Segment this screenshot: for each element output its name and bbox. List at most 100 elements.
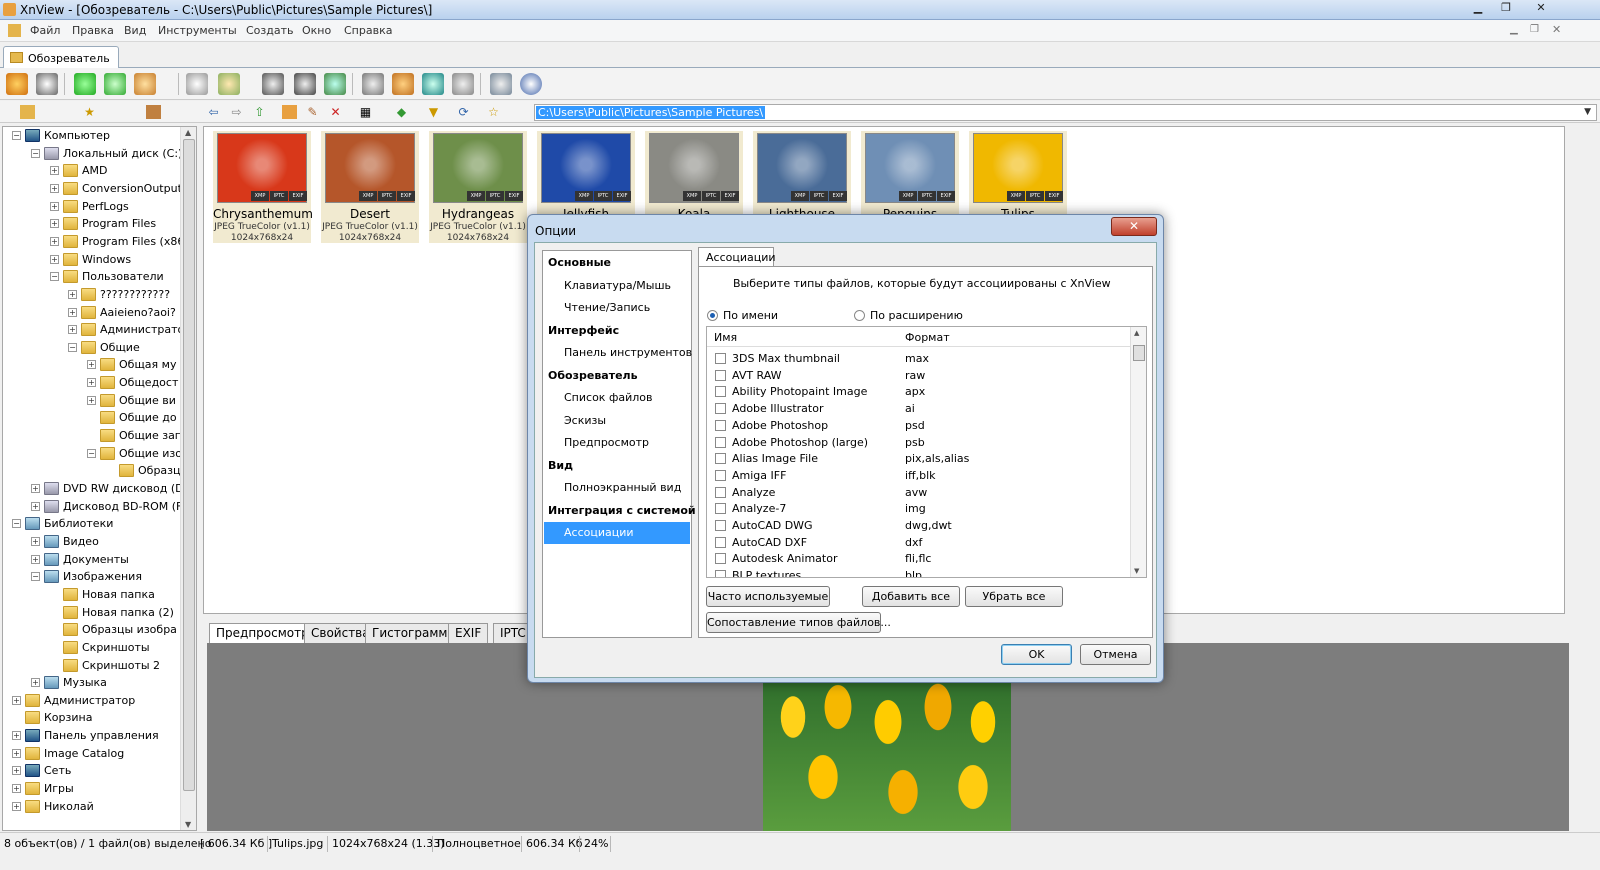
tree-scrollbar[interactable]: ▲ ▼ (180, 127, 196, 830)
scroll-up-icon[interactable]: ▲ (1134, 329, 1139, 337)
format-checkbox[interactable] (715, 403, 726, 415)
frequent-button[interactable]: Часто используемые (706, 586, 830, 607)
tree-item[interactable]: + Общая му (87, 356, 176, 374)
tree-item[interactable]: + Администрато (68, 321, 184, 339)
options-category-item[interactable]: Обозреватель (548, 369, 638, 382)
expand-toggle-icon[interactable]: + (12, 731, 21, 741)
info-icon[interactable] (520, 73, 542, 95)
format-checkbox[interactable] (715, 436, 726, 448)
bookmark-star-icon[interactable]: ☆ (486, 105, 501, 119)
expand-toggle-icon[interactable]: + (31, 678, 40, 688)
options-category-item[interactable]: Список файлов (564, 391, 652, 404)
format-checkbox[interactable] (715, 386, 726, 398)
expand-toggle-icon[interactable]: + (31, 501, 40, 511)
format-checkbox[interactable] (715, 570, 726, 577)
browser-icon[interactable] (6, 73, 28, 95)
tree-item[interactable]: Скриншоты 2 (63, 657, 160, 675)
web-icon[interactable] (422, 73, 444, 95)
slideshow-icon[interactable] (324, 73, 346, 95)
options-category-item[interactable]: Панель инструментов (564, 346, 692, 359)
options-category-item[interactable]: Клавиатура/Мышь (564, 279, 671, 292)
expand-toggle-icon[interactable]: + (68, 325, 77, 335)
add-all-button[interactable]: Добавить все (862, 586, 960, 607)
column-format[interactable]: Формат (905, 331, 950, 344)
tree-item[interactable]: + Администратор (12, 692, 135, 710)
expand-toggle-icon[interactable]: + (12, 695, 21, 705)
format-checkbox[interactable] (715, 503, 726, 515)
format-row[interactable]: Autodesk Animator fli,flc (707, 550, 1131, 567)
expand-toggle-icon[interactable]: + (68, 289, 77, 299)
rename-icon[interactable]: ✎ (305, 105, 320, 119)
sync-icon[interactable]: ⟳ (456, 105, 471, 119)
filter-icon[interactable]: ▼ (426, 105, 441, 119)
ok-button[interactable]: OK (1001, 644, 1072, 665)
menu-window[interactable]: Окно (302, 24, 331, 37)
fullscreen-icon[interactable] (36, 73, 58, 95)
format-row[interactable]: Ability Photopaint Image apx (707, 383, 1131, 400)
catalog-tab-icon[interactable] (146, 105, 161, 119)
format-row[interactable]: 3DS Max thumbnail max (707, 350, 1131, 367)
format-checkbox[interactable] (715, 419, 726, 431)
expand-toggle-icon[interactable]: + (12, 801, 21, 811)
forward-arrow-icon[interactable]: ⇨ (229, 105, 244, 119)
dialog-close-button[interactable]: ✕ (1111, 217, 1157, 236)
web-page-icon[interactable] (392, 73, 414, 95)
tree-item[interactable]: + Николай (12, 798, 94, 816)
file-type-mapping-button[interactable]: Сопоставление типов файлов... (706, 612, 891, 633)
expand-toggle-icon[interactable]: + (31, 484, 40, 493)
tree-item[interactable]: + ConversionOutput (50, 180, 182, 198)
tree-item[interactable]: + Видео (31, 533, 99, 551)
refresh-icon[interactable] (74, 73, 96, 95)
tree-item[interactable]: + Документы (31, 551, 129, 569)
tree-item[interactable]: + Музыка (31, 674, 107, 692)
tree-item[interactable]: Скриншоты (63, 639, 150, 657)
back-arrow-icon[interactable]: ⇦ (206, 105, 221, 119)
tree-item[interactable]: − Библиотеки (12, 515, 113, 533)
sort-icon[interactable]: ◆ (394, 105, 409, 119)
format-checkbox[interactable] (715, 536, 726, 548)
find-icon[interactable] (262, 73, 284, 95)
mdi-restore-button[interactable]: ❐ (1530, 24, 1539, 35)
format-row[interactable]: AutoCAD DXF dxf (707, 534, 1131, 551)
format-checkbox[interactable] (715, 520, 726, 531)
tree-item[interactable]: + AMD (50, 162, 108, 180)
format-checkbox[interactable] (715, 486, 726, 498)
new-folder-icon[interactable] (282, 105, 297, 119)
remove-all-button[interactable]: Убрать все (965, 586, 1063, 607)
column-name[interactable]: Имя (714, 331, 737, 344)
expand-toggle-icon[interactable]: − (50, 272, 59, 282)
tree-item[interactable]: − Общие изо (87, 445, 182, 463)
expand-toggle-icon[interactable]: + (31, 536, 40, 546)
options-category-item[interactable]: Ассоциации (544, 522, 690, 544)
properties-icon[interactable] (186, 73, 208, 95)
tab-browser[interactable]: Обозреватель (3, 46, 119, 68)
tree-item[interactable]: − Компьютер (12, 127, 110, 145)
format-list-scrollbar[interactable]: ▲ ▼ (1130, 327, 1146, 577)
menu-file[interactable]: Файл (30, 24, 60, 37)
tree-item[interactable]: − Изображения (31, 568, 142, 586)
close-window-button[interactable]: ✕ (1528, 1, 1554, 18)
expand-toggle-icon[interactable]: + (12, 766, 21, 776)
expand-toggle-icon[interactable]: − (12, 519, 21, 529)
capture-icon[interactable] (362, 73, 384, 95)
format-row[interactable]: AVT RAW raw (707, 367, 1131, 384)
expand-toggle-icon[interactable]: − (12, 131, 21, 140)
expand-toggle-icon[interactable]: + (50, 166, 59, 176)
expand-toggle-icon[interactable]: + (50, 201, 59, 211)
menu-edit[interactable]: Правка (72, 24, 114, 37)
tree-item[interactable]: + Дисковод BD-ROM (F (31, 498, 182, 516)
tree-item[interactable]: + Общедост (87, 374, 178, 392)
radio-by-name[interactable]: По имени (707, 309, 778, 322)
calculator-icon[interactable] (452, 73, 474, 95)
view-mode-icon[interactable]: ▦ (358, 105, 373, 119)
tree-scroll-thumb[interactable] (183, 139, 195, 791)
tree-item[interactable]: − Локальный диск (C:) (31, 145, 182, 163)
menu-view[interactable]: Вид (124, 24, 146, 37)
tree-item[interactable]: + Windows (50, 251, 131, 269)
expand-toggle-icon[interactable]: + (12, 748, 21, 758)
mdi-minimize-button[interactable]: ▁ (1510, 24, 1518, 35)
expand-toggle-icon[interactable]: + (50, 254, 59, 264)
format-checkbox[interactable] (715, 453, 726, 465)
format-row[interactable]: AutoCAD DWG dwg,dwt (707, 517, 1131, 534)
format-checkbox[interactable] (715, 353, 726, 364)
